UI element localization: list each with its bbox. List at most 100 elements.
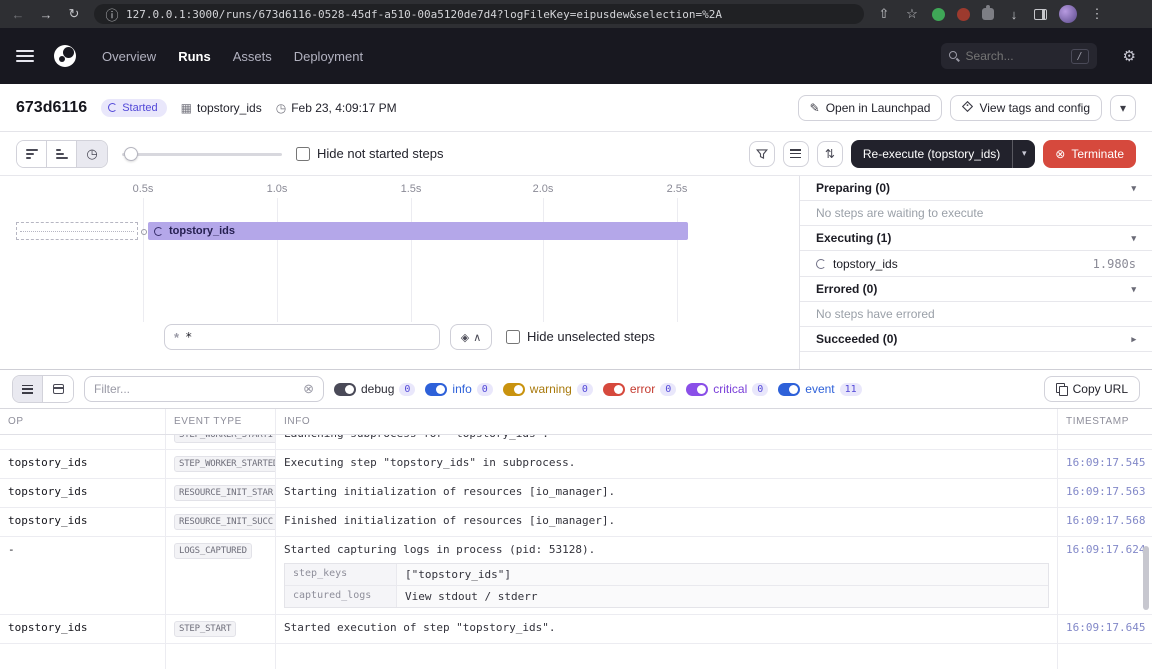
terminate-label: Terminate xyxy=(1071,147,1124,161)
log-scrollbar-thumb[interactable] xyxy=(1143,546,1149,610)
executing-step-duration: 1.980s xyxy=(1093,257,1136,271)
header-more-chevron-button[interactable]: ▾ xyxy=(1110,95,1136,121)
toggle-switch[interactable] xyxy=(334,383,356,396)
toggle-switch[interactable] xyxy=(503,383,525,396)
search-input[interactable] xyxy=(966,49,1052,63)
terminate-button[interactable]: ⊗ Terminate xyxy=(1043,140,1136,168)
reexecute-button[interactable]: Re-execute (topstory_ids) ▾ xyxy=(851,140,1035,168)
site-info-icon[interactable]: ⓘ xyxy=(104,5,120,24)
global-search[interactable]: / xyxy=(941,43,1097,69)
toggle-switch[interactable] xyxy=(686,383,708,396)
level-toggle-debug[interactable]: debug 0 xyxy=(334,382,415,396)
chevron-down-icon[interactable]: ▾ xyxy=(1131,284,1136,295)
clear-filter-icon[interactable]: ⊗ xyxy=(303,381,314,397)
job-chip[interactable]: ▦ topstory_ids xyxy=(181,101,262,115)
search-shortcut-key: / xyxy=(1071,49,1089,64)
step-selector-input[interactable] xyxy=(185,330,430,344)
event-type-chip: STEP_WORKER_STARTED xyxy=(174,456,276,472)
extension-green-icon[interactable] xyxy=(932,8,945,21)
level-toggle-critical[interactable]: critical 0 xyxy=(686,382,768,396)
profile-avatar[interactable] xyxy=(1059,5,1077,23)
nav-item-assets[interactable]: Assets xyxy=(233,49,272,64)
waterfall-view-button[interactable] xyxy=(47,141,77,167)
open-launchpad-button[interactable]: ✎ Open in Launchpad xyxy=(798,95,943,121)
nav-item-runs[interactable]: Runs xyxy=(178,49,211,64)
nav-item-overview[interactable]: Overview xyxy=(102,49,156,64)
chevron-down-icon[interactable]: ▾ xyxy=(1131,183,1136,194)
slider-thumb[interactable] xyxy=(124,147,138,161)
timed-view-button[interactable]: ◷ xyxy=(77,141,107,167)
log-row-logs-captured[interactable]: - LOGS_CAPTURED Started capturing logs i… xyxy=(0,537,1152,615)
hide-not-started-input[interactable] xyxy=(296,147,310,161)
primary-nav: Overview Runs Assets Deployment xyxy=(102,49,363,64)
level-label: debug xyxy=(361,382,394,396)
extension-red-icon[interactable] xyxy=(957,8,970,21)
gridline xyxy=(143,198,144,322)
col-event-type: EVENT TYPE xyxy=(166,409,276,434)
log-timestamp[interactable]: 16:09:17.645 xyxy=(1058,615,1152,643)
hamburger-menu-icon[interactable] xyxy=(16,50,34,62)
share-icon[interactable]: ⇧ xyxy=(876,6,892,22)
log-row[interactable]: STEP_WORKER_STARTI... Launching subproce… xyxy=(0,435,1152,450)
level-toggle-warning[interactable]: warning 0 xyxy=(503,382,593,396)
settings-gear-icon[interactable]: ⚙ xyxy=(1123,47,1136,65)
reexecute-caret-icon[interactable]: ▾ xyxy=(1013,140,1035,168)
nav-item-deployment[interactable]: Deployment xyxy=(294,49,363,64)
log-timestamp[interactable]: 16:09:17.624 xyxy=(1058,537,1152,614)
log-row[interactable]: topstory_ids STEP_START Started executio… xyxy=(0,615,1152,644)
log-timestamp[interactable]: 16:09:17.545 xyxy=(1058,450,1152,478)
log-filter-wrap[interactable]: ⊗ xyxy=(84,376,324,402)
chevron-right-icon[interactable]: ▸ xyxy=(1131,334,1136,345)
chevron-down-icon[interactable]: ▾ xyxy=(1131,233,1136,244)
hide-unselected-checkbox[interactable]: Hide unselected steps xyxy=(506,329,655,344)
log-row[interactable]: topstory_ids RESOURCE_INIT_STAR... Start… xyxy=(0,479,1152,508)
view-stdout-stderr-link[interactable]: View stdout / stderr xyxy=(397,586,1048,607)
bookmark-star-icon[interactable]: ☆ xyxy=(904,6,920,22)
layers-icon: ◈ xyxy=(461,331,469,344)
copy-url-button[interactable]: Copy URL xyxy=(1044,376,1140,402)
browser-back-icon[interactable]: ← xyxy=(10,7,26,22)
hide-unselected-input[interactable] xyxy=(506,330,520,344)
log-row[interactable]: topstory_ids RESOURCE_INIT_SUCC... Finis… xyxy=(0,508,1152,537)
flat-view-button[interactable] xyxy=(17,141,47,167)
log-timestamp[interactable]: 16:09:17.568 xyxy=(1058,508,1152,536)
sort-order-button[interactable]: ⇅ xyxy=(817,141,843,167)
row-density-button[interactable] xyxy=(783,141,809,167)
side-panel-icon[interactable] xyxy=(1034,9,1047,20)
executing-step-row[interactable]: topstory_ids 1.980s xyxy=(800,251,1152,277)
hide-not-started-checkbox[interactable]: Hide not started steps xyxy=(296,146,443,161)
log-filter-input[interactable] xyxy=(94,382,297,396)
step-selector-input-wrap[interactable]: * xyxy=(164,324,440,350)
level-toggle-info[interactable]: info 0 xyxy=(425,382,492,396)
dagster-logo[interactable] xyxy=(52,43,78,69)
gantt-step-bar[interactable]: topstory_ids xyxy=(148,222,688,240)
gantt-zoom-slider[interactable] xyxy=(122,147,282,161)
funnel-icon xyxy=(756,148,768,160)
executing-step-name[interactable]: topstory_ids xyxy=(833,257,898,271)
section-errored[interactable]: Errored (0) ▾ xyxy=(800,277,1152,302)
downloads-icon[interactable]: ↓ xyxy=(1006,7,1022,22)
log-timestamp[interactable] xyxy=(1058,435,1152,449)
address-bar[interactable]: ⓘ 127.0.0.1:3000/runs/673d6116-0528-45df… xyxy=(94,4,864,24)
section-succeeded[interactable]: Succeeded (0) ▸ xyxy=(800,327,1152,352)
log-structured-view-button[interactable] xyxy=(43,376,73,402)
table-icon xyxy=(53,384,64,394)
view-tags-config-button[interactable]: View tags and config xyxy=(950,95,1102,121)
toggle-switch[interactable] xyxy=(603,383,625,396)
toggle-switch[interactable] xyxy=(425,383,447,396)
log-row[interactable]: topstory_ids STEP_WORKER_STARTED Executi… xyxy=(0,450,1152,479)
extensions-puzzle-icon[interactable] xyxy=(982,8,994,20)
selector-options-button[interactable]: ◈ ∧ xyxy=(450,324,492,350)
log-timestamp[interactable]: 16:09:17.563 xyxy=(1058,479,1152,507)
section-preparing[interactable]: Preparing (0) ▾ xyxy=(800,176,1152,201)
browser-menu-kebab-icon[interactable]: ⋮ xyxy=(1089,6,1105,22)
toggle-switch[interactable] xyxy=(778,383,800,396)
log-list-view-button[interactable] xyxy=(13,376,43,402)
level-toggle-event[interactable]: event 11 xyxy=(778,382,861,396)
level-toggle-error[interactable]: error 0 xyxy=(603,382,676,396)
job-name[interactable]: topstory_ids xyxy=(197,101,262,115)
filter-funnel-button[interactable] xyxy=(749,141,775,167)
browser-reload-icon[interactable]: ↻ xyxy=(66,6,82,22)
section-executing[interactable]: Executing (1) ▾ xyxy=(800,226,1152,251)
browser-forward-icon[interactable]: → xyxy=(38,7,54,22)
